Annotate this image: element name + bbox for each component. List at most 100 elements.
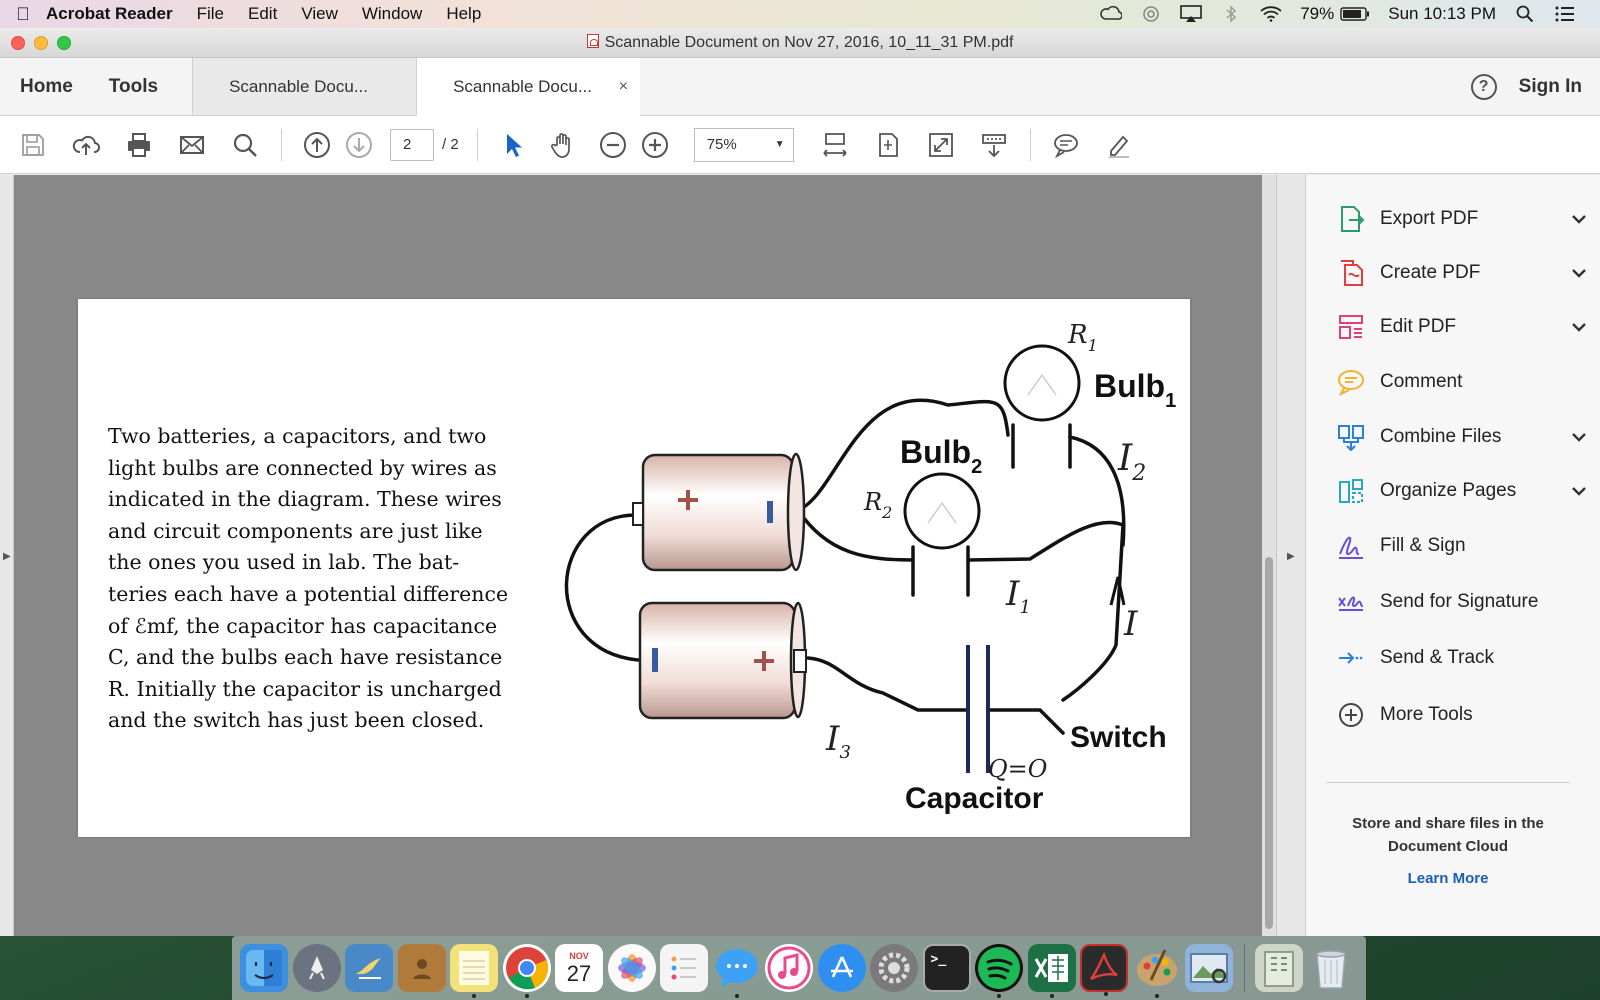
chrome-icon[interactable] [502,944,551,998]
tool-organize-pages[interactable]: Organize Pages [1336,471,1586,511]
menu-file[interactable]: File [197,4,224,24]
app-store-icon[interactable] [817,944,866,992]
r2-label-subscript: 2 [881,503,892,522]
menu-help[interactable]: Help [446,4,481,24]
archive-icon[interactable] [1254,944,1303,992]
airplay-icon[interactable] [1180,5,1203,23]
upload-cloud-icon[interactable] [69,128,103,162]
home-tab[interactable]: Home [0,58,91,115]
chevron-down-icon[interactable] [1571,319,1587,335]
learn-more-link[interactable]: Learn More [1326,870,1570,887]
close-tab-icon[interactable]: × [619,78,628,96]
battery-status[interactable]: 79% [1300,4,1370,24]
art-palette-icon[interactable] [1133,944,1181,998]
chevron-down-icon[interactable] [1571,211,1587,227]
launchpad-icon[interactable] [292,944,341,992]
fit-width-icon[interactable] [818,128,852,162]
menu-view[interactable]: View [301,4,338,24]
select-cursor-icon[interactable] [496,128,530,162]
previous-page-icon[interactable] [300,128,334,162]
spotlight-search-icon[interactable] [1514,5,1536,23]
document-viewer[interactable]: Two batteries, a capacitors, and two lig… [14,175,1276,936]
highlight-pen-icon[interactable] [1102,128,1136,162]
read-mode-icon[interactable] [977,128,1011,162]
chevron-down-icon: ▼ [774,139,785,150]
zoom-level-select[interactable]: 75% ▼ [693,127,794,162]
page-number-input[interactable]: 2 [390,128,434,161]
tools-tab[interactable]: Tools [91,58,192,115]
hand-tool-icon[interactable] [546,128,580,162]
help-icon[interactable]: ? [1470,73,1497,100]
tool-comment[interactable]: Comment [1336,362,1576,402]
reminders-icon[interactable] [660,944,708,992]
spotify-icon[interactable] [975,944,1023,998]
zoom-out-icon[interactable] [596,128,630,162]
main-toolbar: 2 / 2 75% ▼ [0,116,1600,174]
messages-icon[interactable] [713,944,761,998]
scrollbar-thumb[interactable] [1265,557,1273,929]
print-icon[interactable] [122,128,156,162]
menu-edit[interactable]: Edit [248,4,277,24]
notification-center-icon[interactable] [1554,5,1576,23]
contacts-icon[interactable] [397,944,446,992]
vertical-scrollbar[interactable] [1262,175,1276,936]
tool-combine-files[interactable]: Combine Files [1336,417,1586,457]
tool-send-for-signature[interactable]: Send for Signature [1336,582,1576,622]
menu-window[interactable]: Window [362,4,422,24]
photos-icon[interactable] [607,944,656,992]
current-i1-subscript: 1 [1019,597,1030,618]
save-icon[interactable] [16,128,50,162]
problem-paragraph: Two batteries, a capacitors, and two lig… [108,421,528,737]
notes-icon[interactable] [450,944,498,998]
collapse-right-panel-icon[interactable]: ▶ [1287,551,1295,562]
fit-page-icon[interactable] [871,128,905,162]
r1-label: R1 [1067,320,1098,355]
full-screen-icon[interactable] [924,128,958,162]
paragraph-line: the ones you used in lab. The bat- [108,550,460,575]
terminal-icon[interactable]: >_ [922,944,971,992]
trash-icon[interactable] [1307,944,1355,992]
sign-in-button[interactable]: Sign In [1519,76,1582,98]
system-preferences-icon[interactable] [870,944,918,992]
creative-cloud-icon[interactable] [1100,5,1123,23]
menu-app-name[interactable]: Acrobat Reader [46,4,173,24]
itunes-icon[interactable] [765,944,813,992]
tool-create-pdf[interactable]: Create PDF [1336,253,1586,293]
left-panel-toggle[interactable]: ▶ [0,175,14,936]
cloud-promo-line: Document Cloud [1388,838,1508,855]
preview-icon[interactable] [1185,944,1233,992]
tool-fill-sign[interactable]: Fill & Sign [1336,526,1576,566]
sync-status-icon[interactable] [1140,5,1162,23]
right-panel-toggle[interactable]: ▶ [1276,175,1306,936]
search-icon[interactable] [228,128,262,162]
acrobat-icon[interactable] [1080,944,1128,996]
email-icon[interactable] [175,128,209,162]
document-tab[interactable]: Scannable Docu... [192,58,417,115]
comment-tool-icon[interactable] [1049,128,1083,162]
menu-clock[interactable]: Sun 10:13 PM [1388,4,1496,24]
zoom-in-icon[interactable] [638,128,672,162]
apple-icon[interactable]:  [0,4,46,25]
tool-more-tools[interactable]: More Tools [1336,695,1576,735]
chevron-down-icon[interactable] [1571,483,1587,499]
finder-icon[interactable] [240,944,288,992]
bluetooth-icon[interactable] [1220,5,1242,23]
window-titlebar[interactable]: Scannable Document on Nov 27, 2016, 10_1… [0,28,1600,58]
next-page-icon[interactable] [342,128,376,162]
wifi-icon[interactable] [1260,5,1282,23]
pdf-page[interactable]: Two batteries, a capacitors, and two lig… [78,299,1190,837]
chevron-down-icon[interactable] [1571,429,1587,445]
mail-bird-icon[interactable] [345,944,393,992]
tool-export-pdf[interactable]: Export PDF [1336,199,1586,239]
zoom-level-value: 75% [706,136,737,153]
excel-icon[interactable] [1027,944,1076,998]
tool-send-track[interactable]: Send & Track [1336,638,1576,678]
chevron-down-icon[interactable] [1571,265,1587,281]
document-tab-active[interactable]: Scannable Docu... × [416,58,641,116]
calendar-icon[interactable]: NOV 27 [555,944,603,992]
expand-left-panel-icon[interactable]: ▶ [3,551,11,562]
tool-edit-pdf[interactable]: Edit PDF [1336,307,1586,347]
edit-pdf-icon [1336,312,1366,342]
switch-label: Switch [1070,721,1167,754]
tool-label: Edit PDF [1380,316,1457,337]
